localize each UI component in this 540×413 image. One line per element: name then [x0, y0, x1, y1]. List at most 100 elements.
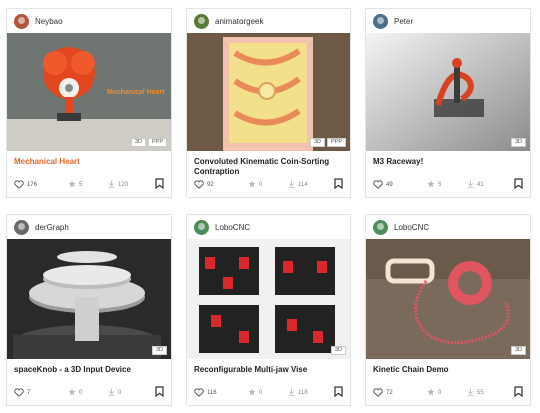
rating-count: 0 — [259, 182, 263, 188]
like-stat[interactable]: 116 — [194, 387, 234, 399]
download-stat: 118 — [288, 388, 328, 398]
thing-card[interactable]: Neybao Mechanical Heart 3D PPP Mechanical… — [6, 8, 172, 198]
like-stat[interactable]: 49 — [373, 179, 413, 191]
rating-stat: 5 — [68, 180, 108, 190]
format-tag: 3D — [130, 137, 146, 147]
heart-icon[interactable] — [14, 387, 27, 399]
download-icon — [467, 180, 477, 190]
thing-thumbnail[interactable]: Mechanical Heart 3D PPP — [7, 33, 171, 151]
bookmark-icon[interactable] — [334, 384, 343, 402]
card-header[interactable]: LoboCNC — [187, 215, 350, 239]
thing-thumbnail[interactable]: 3D — [7, 239, 171, 359]
thing-card[interactable]: LoboCNC 3D Reconfigurable Multi-jaw Vise… — [186, 214, 351, 406]
user-avatar[interactable] — [14, 219, 29, 235]
card-header[interactable]: derGraph — [7, 215, 171, 239]
thing-thumbnail[interactable]: 3D PPP — [187, 33, 350, 151]
username-link[interactable]: derGraph — [35, 223, 69, 232]
format-tags: 3D PPP — [130, 137, 167, 147]
like-stat[interactable]: 92 — [194, 179, 234, 191]
bookmark-icon[interactable] — [334, 176, 343, 194]
format-tag: 3D — [510, 345, 526, 355]
thing-title[interactable]: spaceKnob - a 3D Input Device — [7, 359, 171, 381]
username-link[interactable]: LoboCNC — [215, 223, 250, 232]
username-link[interactable]: Peter — [394, 17, 413, 26]
star-icon — [427, 180, 438, 190]
thing-thumbnail[interactable]: 3D — [187, 239, 350, 359]
thumbnail-art — [187, 33, 350, 151]
format-tags: 3D — [330, 345, 346, 355]
rating-stat: 0 — [427, 388, 467, 398]
format-tag: PPP — [147, 137, 167, 147]
like-count: 72 — [386, 390, 393, 396]
thing-title[interactable]: Mechanical Heart — [7, 151, 171, 173]
thing-thumbnail[interactable]: 3D — [366, 33, 530, 151]
rating-count: 5 — [79, 182, 83, 188]
format-tags: 3D — [510, 345, 526, 355]
thing-card[interactable]: animatorgeek 3D PPP Convoluted Kinematic … — [186, 8, 351, 198]
download-count: 118 — [298, 390, 308, 396]
thing-card[interactable]: LoboCNC 3D Kinetic Chain Demo 72 0 55 — [365, 214, 531, 406]
like-count: 7 — [27, 390, 31, 396]
thing-title[interactable]: Kinetic Chain Demo — [366, 359, 530, 381]
heart-icon[interactable] — [373, 179, 386, 191]
rating-count: 0 — [259, 390, 263, 396]
thing-card[interactable]: Peter 3D M3 Raceway! 49 5 41 — [365, 8, 531, 198]
heart-icon[interactable] — [194, 179, 207, 191]
like-count: 116 — [207, 390, 217, 396]
download-count: 114 — [298, 182, 308, 188]
like-count: 92 — [207, 182, 214, 188]
like-stat[interactable]: 176 — [14, 179, 54, 191]
star-icon — [248, 388, 259, 398]
card-header[interactable]: Peter — [366, 9, 530, 33]
user-avatar[interactable] — [14, 13, 29, 29]
thumbnail-caption: Mechanical Heart — [107, 89, 165, 96]
thumbnail-art — [366, 33, 530, 151]
like-stat[interactable]: 7 — [14, 387, 54, 399]
card-header[interactable]: animatorgeek — [187, 9, 350, 33]
rating-count: 0 — [438, 390, 442, 396]
card-stats: 7 0 0 — [14, 384, 164, 402]
download-stat: 41 — [467, 180, 507, 190]
download-icon — [288, 388, 298, 398]
bookmark-icon[interactable] — [155, 384, 164, 402]
thing-title[interactable]: Convoluted Kinematic Coin-Sorting Contra… — [187, 151, 350, 176]
user-avatar[interactable] — [194, 219, 209, 235]
rating-stat: 0 — [248, 180, 288, 190]
star-icon — [427, 388, 438, 398]
star-icon — [68, 180, 79, 190]
username-link[interactable]: animatorgeek — [215, 17, 263, 26]
heart-icon[interactable] — [373, 387, 386, 399]
bookmark-icon[interactable] — [514, 384, 523, 402]
card-header[interactable]: LoboCNC — [366, 215, 530, 239]
star-icon — [68, 388, 79, 398]
format-tags: 3D PPP — [309, 137, 346, 147]
format-tag: PPP — [326, 137, 346, 147]
user-avatar[interactable] — [373, 219, 388, 235]
card-stats: 116 0 118 — [194, 384, 343, 402]
thing-title[interactable]: Reconfigurable Multi-jaw Vise — [187, 359, 350, 381]
rating-stat: 0 — [68, 388, 108, 398]
card-header[interactable]: Neybao — [7, 9, 171, 33]
heart-icon[interactable] — [194, 387, 207, 399]
format-tags: 3D — [151, 345, 167, 355]
download-stat: 55 — [467, 388, 507, 398]
bookmark-icon[interactable] — [514, 176, 523, 194]
download-stat: 114 — [288, 180, 328, 190]
username-link[interactable]: Neybao — [35, 17, 63, 26]
like-stat[interactable]: 72 — [373, 387, 413, 399]
format-tag: 3D — [330, 345, 346, 355]
download-icon — [467, 388, 477, 398]
rating-count: 5 — [438, 182, 442, 188]
thing-thumbnail[interactable]: 3D — [366, 239, 530, 359]
thing-title[interactable]: M3 Raceway! — [366, 151, 530, 173]
star-icon — [248, 180, 259, 190]
format-tag: 3D — [510, 137, 526, 147]
heart-icon[interactable] — [14, 179, 27, 191]
like-count: 49 — [386, 182, 393, 188]
download-count: 120 — [118, 182, 129, 188]
thing-card[interactable]: derGraph 3D spaceKnob - a 3D Input Devic… — [6, 214, 172, 406]
user-avatar[interactable] — [194, 13, 209, 29]
username-link[interactable]: LoboCNC — [394, 223, 429, 232]
user-avatar[interactable] — [373, 13, 388, 29]
bookmark-icon[interactable] — [155, 176, 164, 194]
